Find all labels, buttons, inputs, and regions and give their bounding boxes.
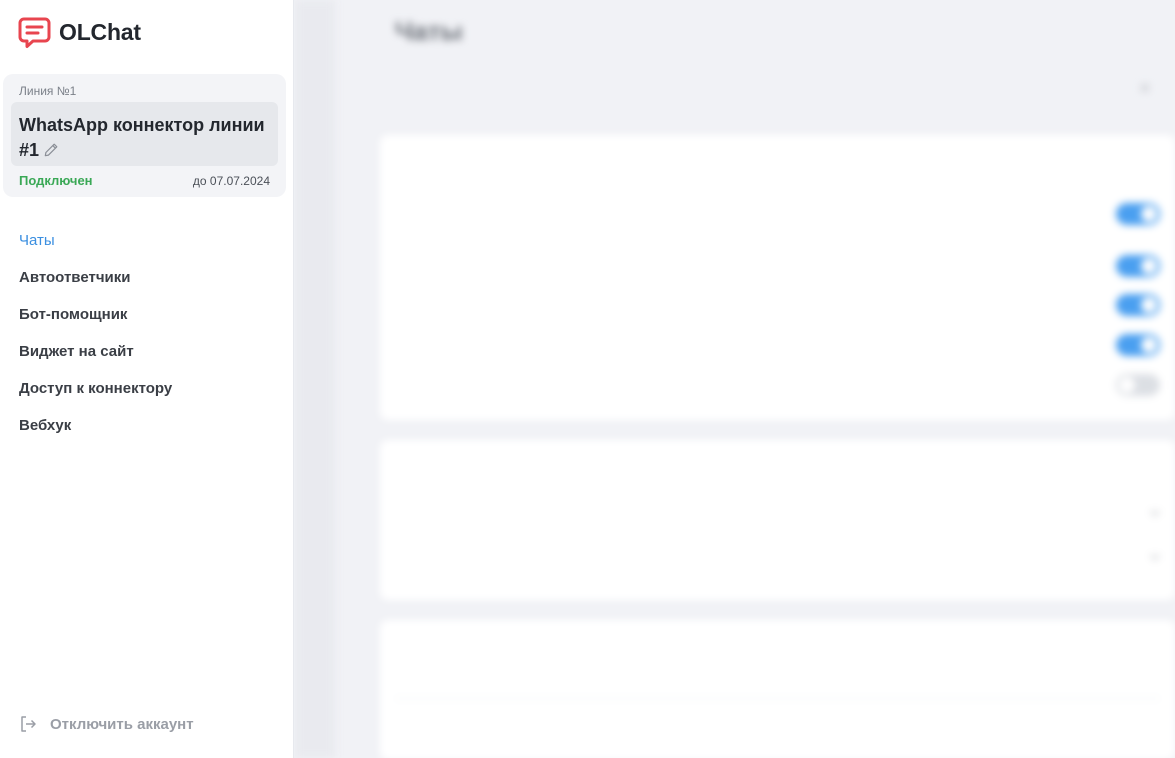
blurred-settings-panel: Чаты ✕: [295, 0, 1175, 758]
expiry-date: до 07.07.2024: [192, 174, 270, 188]
chevron-down-icon: [1150, 510, 1160, 516]
setting-row: [395, 294, 1160, 316]
chat-settings-card: [380, 135, 1175, 420]
setting-toggle[interactable]: [1116, 334, 1160, 356]
line-label: Линия №1: [19, 84, 77, 98]
line-card: Линия №1 WhatsApp коннектор линии #1 Под…: [3, 74, 286, 197]
sidebar-nav: Чаты Автоответчики Бот-помощник Виджет н…: [19, 230, 172, 452]
logout-label: Отключить аккаунт: [50, 715, 194, 733]
nav-item-chats[interactable]: Чаты: [19, 230, 172, 267]
setting-row: [395, 508, 1160, 518]
interval-select[interactable]: [1134, 508, 1160, 518]
app-logo[interactable]: OLChat: [18, 16, 141, 49]
app-name: OLChat: [59, 19, 141, 45]
close-icon[interactable]: ✕: [1139, 80, 1153, 96]
interval-select[interactable]: [1134, 552, 1160, 562]
nav-item-webhook[interactable]: Вебхук: [19, 415, 172, 452]
nav-item-site-widget[interactable]: Виджет на сайт: [19, 341, 172, 378]
sidebar: OLChat Линия №1 WhatsApp коннектор линии…: [0, 0, 294, 758]
page-title: Чаты: [395, 16, 463, 46]
setting-toggle[interactable]: [1116, 294, 1160, 316]
setting-toggle[interactable]: [1116, 203, 1160, 225]
setting-row: [395, 203, 1160, 225]
chevron-down-icon: [1150, 554, 1160, 560]
connector-name-box[interactable]: WhatsApp коннектор линии #1: [11, 102, 278, 166]
setting-toggle[interactable]: [1116, 255, 1160, 277]
panel-shadow: [295, 0, 335, 758]
ignored-numbers-card: [380, 620, 1175, 758]
pencil-edit-icon[interactable]: [43, 142, 59, 158]
logout-icon: [21, 716, 36, 732]
setting-row: [395, 374, 1160, 396]
connection-status: Подключен: [19, 173, 93, 188]
setting-row: [395, 552, 1160, 562]
nav-item-autoresponders[interactable]: Автоответчики: [19, 267, 172, 304]
divider: [395, 698, 1160, 699]
chat-logo-icon: [18, 17, 51, 48]
nav-item-bot-assistant[interactable]: Бот-помощник: [19, 304, 172, 341]
setting-row: [395, 255, 1160, 277]
interval-settings-card: [380, 440, 1175, 600]
logout-button[interactable]: Отключить аккаунт: [19, 715, 194, 733]
setting-toggle[interactable]: [1116, 374, 1160, 396]
nav-item-connector-access[interactable]: Доступ к коннектору: [19, 378, 172, 415]
setting-row: [395, 334, 1160, 356]
main-content: Чаты ✕: [295, 0, 1175, 758]
